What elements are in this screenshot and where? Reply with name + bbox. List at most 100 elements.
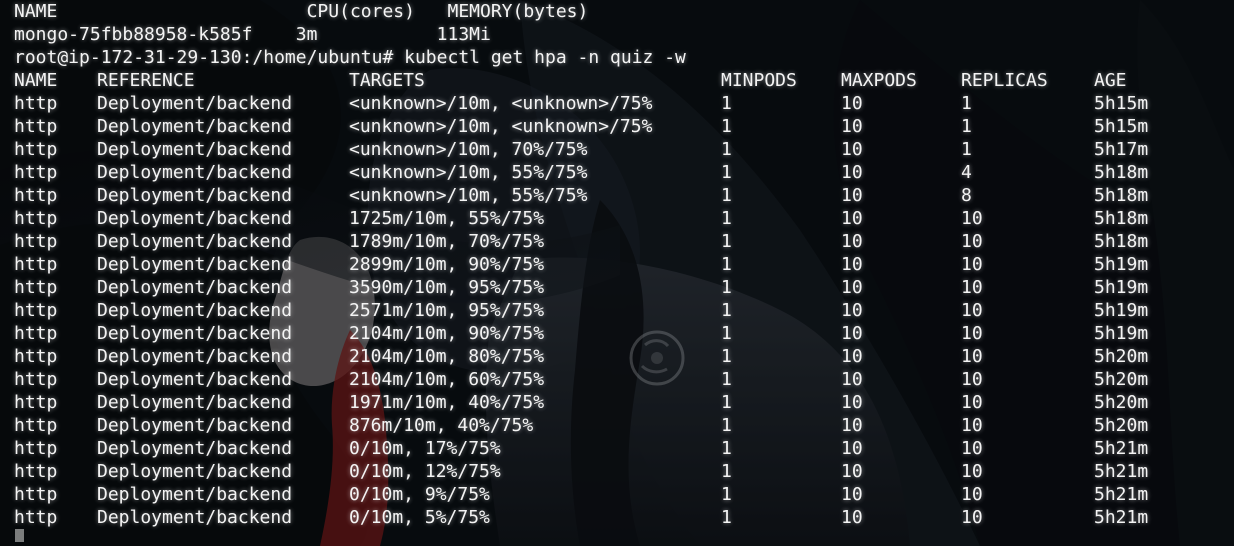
hpa-age-cell: 5h21m bbox=[1094, 507, 1149, 528]
hpa-replicas-cell: 1 bbox=[961, 116, 972, 137]
terminal-cursor bbox=[15, 529, 24, 542]
hpa-age-cell: 5h19m bbox=[1094, 300, 1149, 321]
hpa-reference-cell: Deployment/backend bbox=[97, 346, 293, 367]
terminal-output: NAME CPU(cores) MEMORY(bytes) mongo-75fb… bbox=[0, 0, 1234, 546]
hpa-maxpods-cell: 10 bbox=[841, 162, 863, 183]
hpa-age-cell: 5h20m bbox=[1094, 392, 1149, 413]
hpa-name-cell: http bbox=[14, 162, 58, 183]
hpa-name-cell: http bbox=[14, 208, 58, 229]
hpa-row: http Deployment/backend 0/10m, 9%/75% 1 … bbox=[14, 483, 1224, 506]
hpa-row: http Deployment/backend 0/10m, 12%/75% 1… bbox=[14, 460, 1224, 483]
hpa-name-cell: http bbox=[14, 93, 58, 114]
hpa-row: http Deployment/backend 0/10m, 5%/75% 1 … bbox=[14, 506, 1224, 529]
hpa-name-cell: http bbox=[14, 484, 58, 505]
hpa-targets-cell: 2899m/10m, 90%/75% bbox=[349, 254, 545, 275]
hpa-maxpods-cell: 10 bbox=[841, 93, 863, 114]
hpa-reference-cell: Deployment/backend bbox=[97, 231, 293, 252]
hpa-minpods-cell: 1 bbox=[721, 208, 732, 229]
hpa-maxpods-cell: 10 bbox=[841, 116, 863, 137]
hpa-name-cell: http bbox=[14, 461, 58, 482]
hpa-replicas-cell: 10 bbox=[961, 300, 983, 321]
hpa-name-cell: http bbox=[14, 185, 58, 206]
hpa-reference-cell: Deployment/backend bbox=[97, 185, 293, 206]
hpa-targets-cell: <unknown>/10m, 70%/75% bbox=[349, 139, 588, 160]
hpa-reference-cell: Deployment/backend bbox=[97, 139, 293, 160]
hpa-maxpods-cell: 10 bbox=[841, 346, 863, 367]
hpa-row: http Deployment/backend 3590m/10m, 95%/7… bbox=[14, 276, 1224, 299]
hpa-maxpods-cell: 10 bbox=[841, 231, 863, 252]
hpa-reference-cell: Deployment/backend bbox=[97, 323, 293, 344]
hpa-age-cell: 5h19m bbox=[1094, 323, 1149, 344]
hpa-maxpods-cell: 10 bbox=[841, 300, 863, 321]
hpa-row: http Deployment/backend 2899m/10m, 90%/7… bbox=[14, 253, 1224, 276]
hpa-name-cell: http bbox=[14, 346, 58, 367]
hpa-reference-cell: Deployment/backend bbox=[97, 254, 293, 275]
hpa-age-cell: 5h20m bbox=[1094, 346, 1149, 367]
hpa-name-cell: http bbox=[14, 231, 58, 252]
hpa-replicas-cell: 4 bbox=[961, 162, 972, 183]
hpa-age-cell: 5h21m bbox=[1094, 438, 1149, 459]
hpa-targets-cell: 0/10m, 17%/75% bbox=[349, 438, 501, 459]
hpa-targets-cell: <unknown>/10m, 55%/75% bbox=[349, 185, 588, 206]
hpa-replicas-cell: 10 bbox=[961, 392, 983, 413]
column-header-name: NAME bbox=[14, 70, 58, 91]
hpa-name-cell: http bbox=[14, 254, 58, 275]
hpa-age-cell: 5h19m bbox=[1094, 277, 1149, 298]
hpa-reference-cell: Deployment/backend bbox=[97, 277, 293, 298]
hpa-minpods-cell: 1 bbox=[721, 300, 732, 321]
hpa-maxpods-cell: 10 bbox=[841, 369, 863, 390]
column-header-reference: REFERENCE bbox=[97, 70, 195, 91]
hpa-replicas-cell: 8 bbox=[961, 185, 972, 206]
hpa-minpods-cell: 1 bbox=[721, 185, 732, 206]
hpa-reference-cell: Deployment/backend bbox=[97, 415, 293, 436]
hpa-targets-cell: 2104m/10m, 90%/75% bbox=[349, 323, 545, 344]
hpa-maxpods-cell: 10 bbox=[841, 323, 863, 344]
column-header-replicas: REPLICAS bbox=[961, 70, 1048, 91]
hpa-replicas-cell: 10 bbox=[961, 461, 983, 482]
hpa-row: http Deployment/backend 2104m/10m, 80%/7… bbox=[14, 345, 1224, 368]
hpa-name-cell: http bbox=[14, 392, 58, 413]
top-output-row: mongo-75fbb88958-k585f 3m 113Mi bbox=[14, 24, 491, 45]
hpa-row: http Deployment/backend <unknown>/10m, <… bbox=[14, 92, 1224, 115]
hpa-reference-cell: Deployment/backend bbox=[97, 300, 293, 321]
hpa-minpods-cell: 1 bbox=[721, 392, 732, 413]
hpa-row: http Deployment/backend <unknown>/10m, 7… bbox=[14, 138, 1224, 161]
hpa-header-row: NAME REFERENCE TARGETS MINPODS MAXPODS R… bbox=[14, 69, 1224, 92]
hpa-reference-cell: Deployment/backend bbox=[97, 392, 293, 413]
hpa-reference-cell: Deployment/backend bbox=[97, 162, 293, 183]
hpa-reference-cell: Deployment/backend bbox=[97, 484, 293, 505]
hpa-targets-cell: 1789m/10m, 70%/75% bbox=[349, 231, 545, 252]
column-header-age: AGE bbox=[1094, 70, 1127, 91]
terminal-window[interactable]: NAME CPU(cores) MEMORY(bytes) mongo-75fb… bbox=[0, 0, 1234, 546]
hpa-age-cell: 5h18m bbox=[1094, 162, 1149, 183]
hpa-row: http Deployment/backend <unknown>/10m, 5… bbox=[14, 161, 1224, 184]
hpa-replicas-cell: 10 bbox=[961, 277, 983, 298]
hpa-maxpods-cell: 10 bbox=[841, 484, 863, 505]
hpa-reference-cell: Deployment/backend bbox=[97, 116, 293, 137]
hpa-minpods-cell: 1 bbox=[721, 162, 732, 183]
column-header-minpods: MINPODS bbox=[721, 70, 797, 91]
hpa-row: http Deployment/backend <unknown>/10m, 5… bbox=[14, 184, 1224, 207]
hpa-age-cell: 5h17m bbox=[1094, 139, 1149, 160]
hpa-minpods-cell: 1 bbox=[721, 507, 732, 528]
hpa-minpods-cell: 1 bbox=[721, 277, 732, 298]
hpa-reference-cell: Deployment/backend bbox=[97, 93, 293, 114]
hpa-age-cell: 5h15m bbox=[1094, 93, 1149, 114]
command-line: root@ip-172-31-29-130:/home/ubuntu# kube… bbox=[14, 47, 686, 68]
hpa-replicas-cell: 10 bbox=[961, 346, 983, 367]
hpa-row: http Deployment/backend <unknown>/10m, <… bbox=[14, 115, 1224, 138]
hpa-replicas-cell: 10 bbox=[961, 438, 983, 459]
hpa-targets-cell: <unknown>/10m, <unknown>/75% bbox=[349, 116, 653, 137]
hpa-reference-cell: Deployment/backend bbox=[97, 208, 293, 229]
hpa-maxpods-cell: 10 bbox=[841, 438, 863, 459]
hpa-targets-cell: 2104m/10m, 60%/75% bbox=[349, 369, 545, 390]
hpa-replicas-cell: 1 bbox=[961, 93, 972, 114]
hpa-name-cell: http bbox=[14, 507, 58, 528]
hpa-targets-cell: 1971m/10m, 40%/75% bbox=[349, 392, 545, 413]
hpa-age-cell: 5h20m bbox=[1094, 369, 1149, 390]
hpa-name-cell: http bbox=[14, 277, 58, 298]
hpa-reference-cell: Deployment/backend bbox=[97, 369, 293, 390]
hpa-age-cell: 5h15m bbox=[1094, 116, 1149, 137]
hpa-replicas-cell: 10 bbox=[961, 484, 983, 505]
hpa-row: http Deployment/backend 2104m/10m, 90%/7… bbox=[14, 322, 1224, 345]
